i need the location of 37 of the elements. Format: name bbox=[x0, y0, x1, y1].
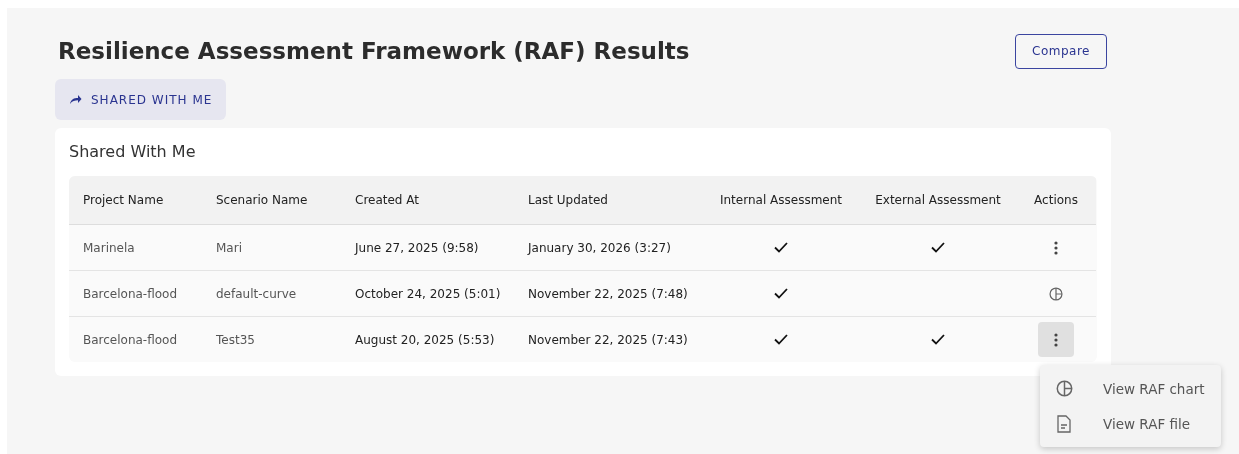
column-header: Scenario Name bbox=[202, 176, 341, 225]
check-icon bbox=[931, 242, 945, 253]
column-header: Last Updated bbox=[514, 176, 702, 225]
column-header: External Assessment bbox=[860, 176, 1016, 225]
check-icon bbox=[774, 242, 788, 253]
column-header: Project Name bbox=[69, 176, 202, 225]
table-cell: June 27, 2025 (9:58) bbox=[341, 225, 514, 271]
card-title: Shared With Me bbox=[69, 142, 197, 161]
share-icon bbox=[69, 94, 82, 105]
table-cell-text: Barcelona-flood bbox=[82, 331, 179, 349]
table-cell: Mari bbox=[202, 225, 341, 271]
column-header: Actions bbox=[1016, 176, 1096, 225]
tab[interactable]: SHARED WITH ME bbox=[55, 79, 227, 120]
check-icon bbox=[774, 288, 788, 299]
table-cell: Marinela bbox=[69, 225, 202, 271]
page-title: Resilience Assessment Framework (RAF) Results bbox=[58, 38, 690, 64]
table-cell: Barcelona-flood bbox=[69, 271, 202, 317]
check-icon bbox=[931, 334, 945, 345]
more-icon bbox=[1054, 332, 1058, 347]
pie-chart-icon bbox=[1055, 380, 1073, 397]
table-cell: January 30, 2026 (3:27) bbox=[514, 225, 702, 271]
file-icon bbox=[1057, 414, 1071, 433]
column-header: Created At bbox=[341, 176, 514, 225]
table-cell-text: August 20, 2025 (5:53) bbox=[354, 331, 496, 349]
table-cell: default-curve bbox=[202, 271, 341, 317]
pie-chart-icon bbox=[1049, 286, 1063, 301]
column-header: Internal Assessment bbox=[702, 176, 860, 225]
menu-item[interactable]: View RAF chart bbox=[1040, 371, 1221, 406]
more-button[interactable] bbox=[1038, 322, 1074, 357]
menu-item[interactable]: View RAF file bbox=[1040, 406, 1221, 441]
compare-button[interactable]: Compare bbox=[1015, 33, 1107, 69]
table-cell-text: November 22, 2025 (7:43) bbox=[527, 331, 689, 349]
check-icon bbox=[774, 334, 788, 345]
table-cell: October 24, 2025 (5:01) bbox=[341, 271, 514, 317]
more-icon bbox=[1054, 240, 1058, 255]
table-cell-text: Test35 bbox=[215, 331, 256, 349]
table-cell: November 22, 2025 (7:48) bbox=[514, 271, 702, 317]
